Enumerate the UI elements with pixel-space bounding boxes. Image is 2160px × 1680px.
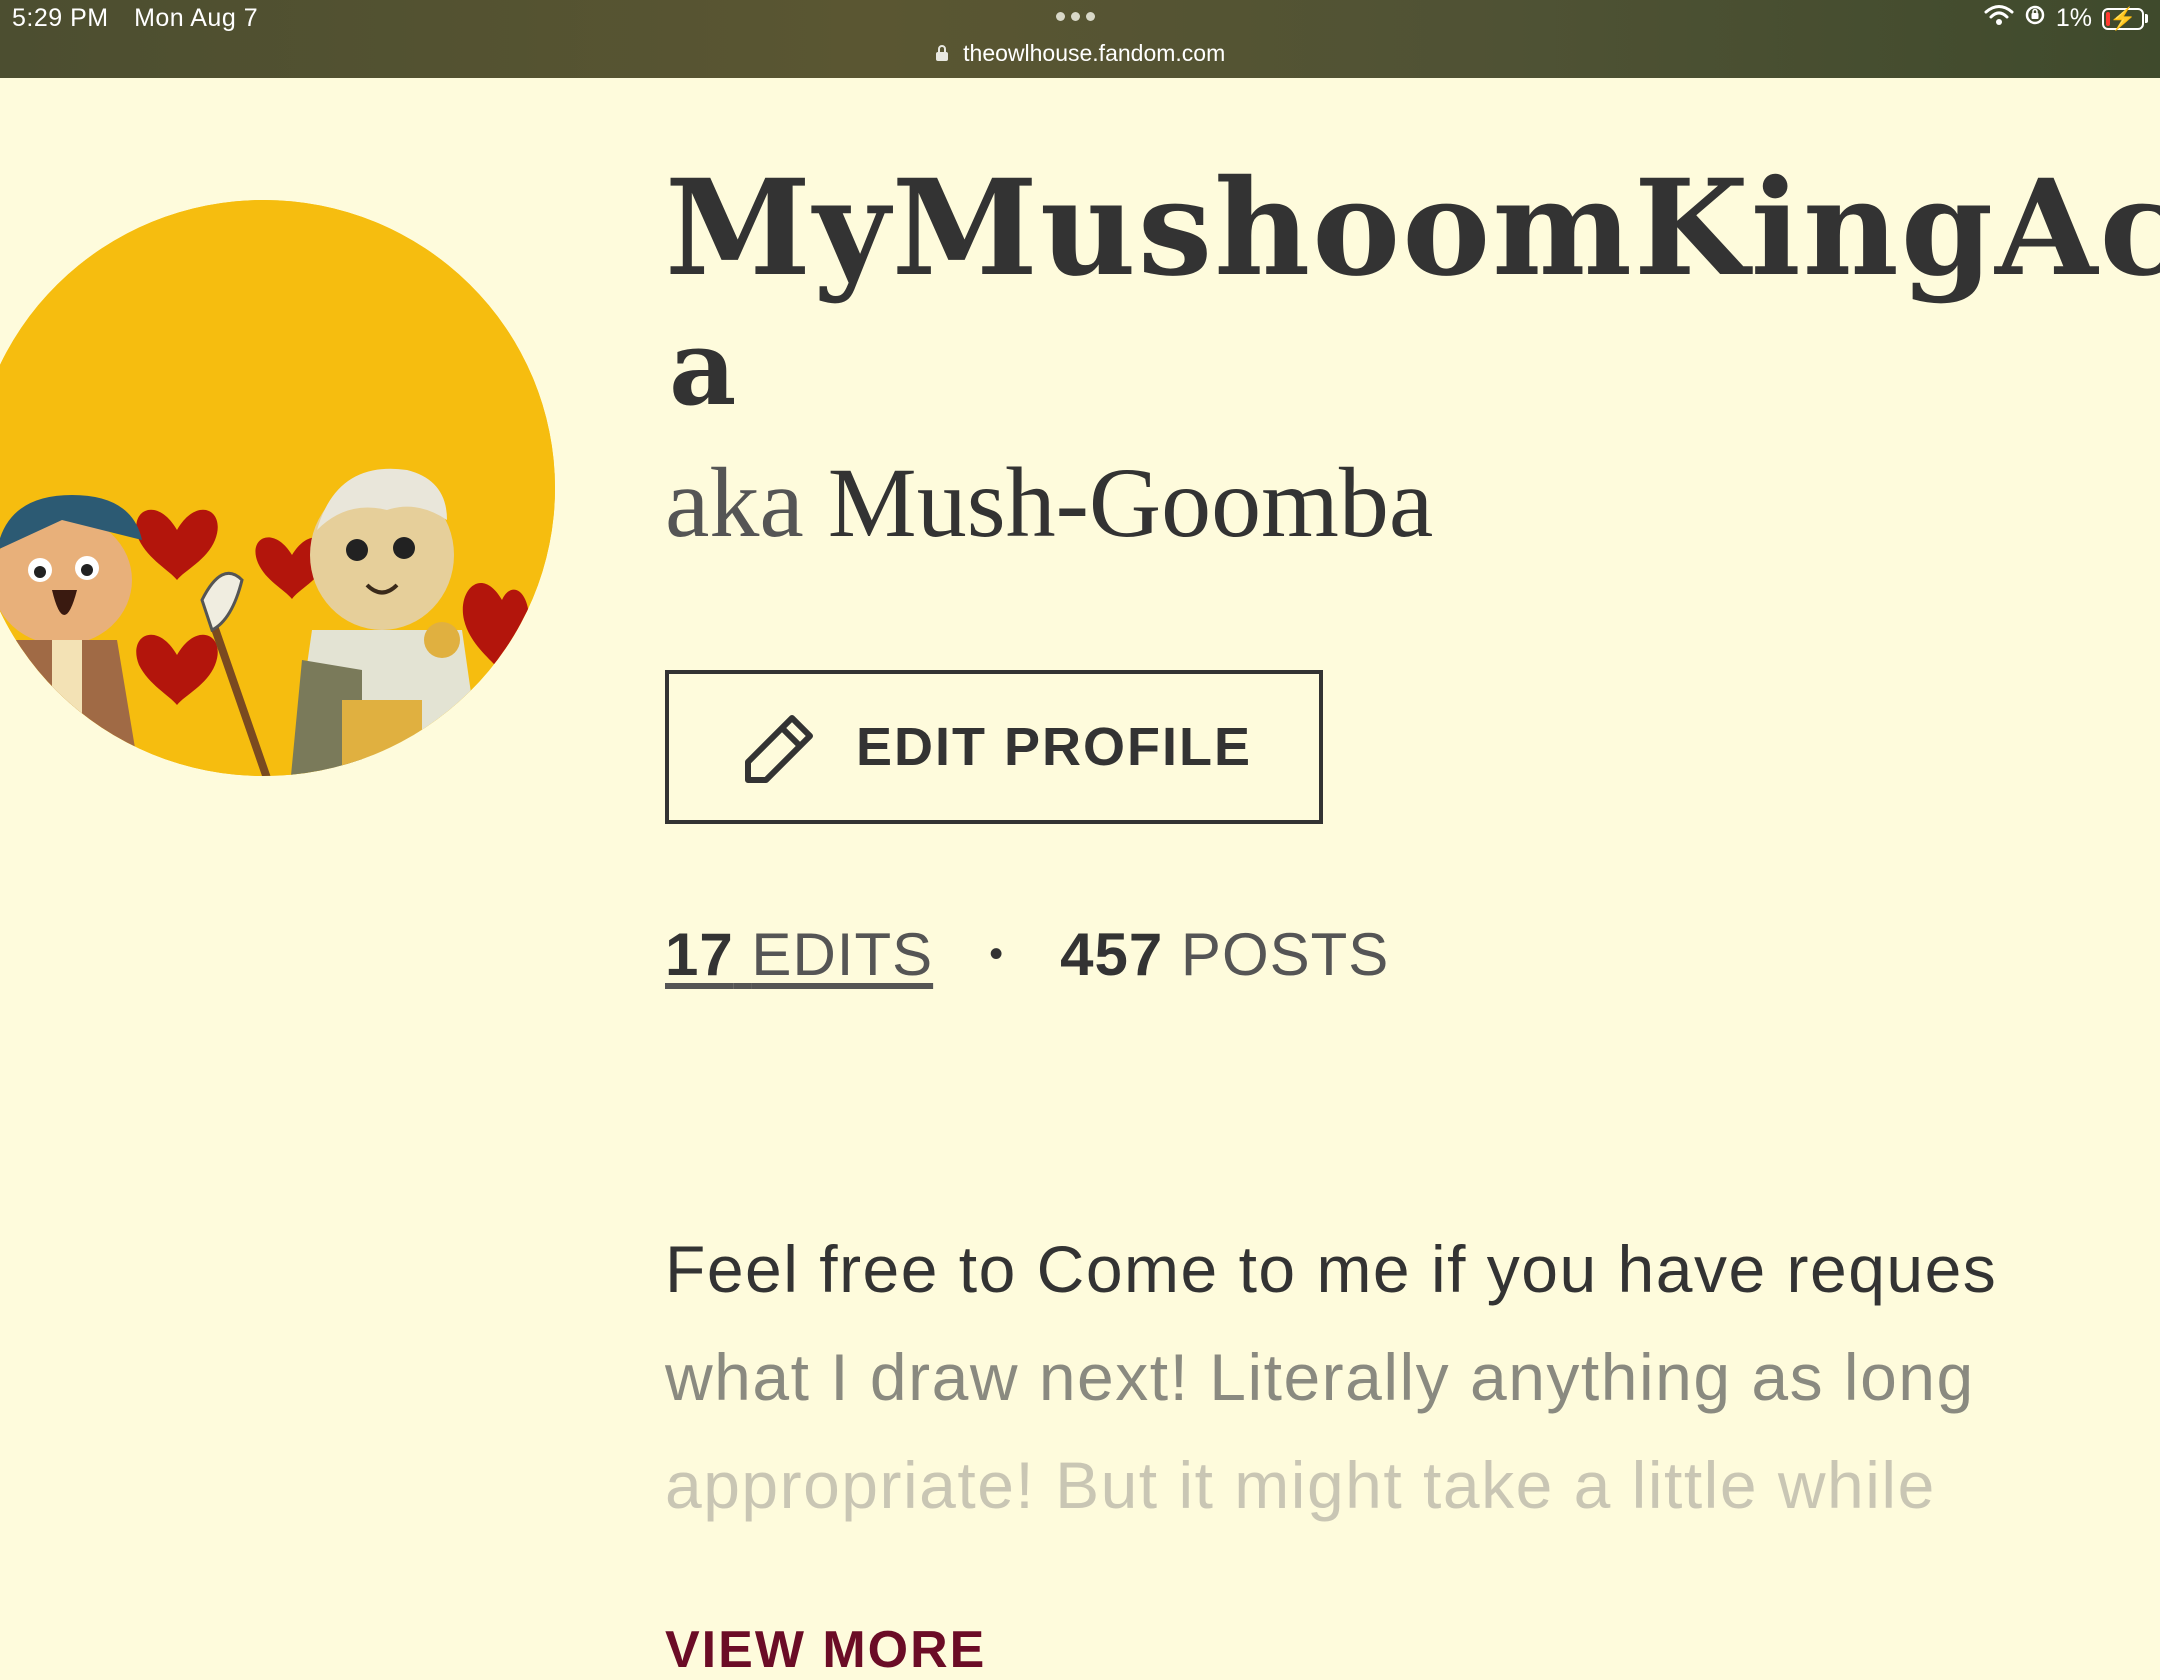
alias-line: aka Mush-Goomba — [665, 448, 2160, 558]
bio-line: appropriate! But it might take a little … — [665, 1448, 1936, 1522]
stats-separator: • — [989, 932, 1005, 976]
view-more-link[interactable]: VIEW MORE — [665, 1620, 986, 1680]
lock-icon — [935, 41, 949, 68]
edits-label: EDITS — [751, 921, 934, 988]
wifi-icon — [1984, 4, 2014, 33]
edits-count: 17 — [665, 921, 734, 988]
profile-bio: Feel free to Come to me if you have requ… — [665, 1215, 2160, 1539]
bio-line: Feel free to Come to me if you have requ… — [665, 1232, 1998, 1306]
bio-line: what I draw next! Literally anything as … — [665, 1340, 1975, 1414]
avatar-illustration — [0, 200, 555, 776]
status-time: 5:29 PM — [12, 4, 109, 32]
profile-avatar[interactable] — [0, 200, 555, 776]
status-indicators: 1% ⚡ — [1984, 4, 2148, 33]
username-title: MyMushoomKingAcad — [665, 151, 2160, 306]
status-date: Mon Aug 7 — [134, 4, 259, 32]
orientation-lock-icon — [2024, 4, 2046, 33]
pencil-icon — [736, 702, 826, 792]
edits-link[interactable]: 17 EDITS — [665, 920, 933, 989]
edit-profile-button[interactable]: EDIT PROFILE — [665, 670, 1323, 824]
edit-profile-label: EDIT PROFILE — [855, 717, 1252, 777]
alias-name: Mush-Goomba — [827, 447, 1434, 558]
profile-stats: 17 EDITS • 457 POSTS — [665, 920, 1389, 989]
posts-count: 457 — [1060, 921, 1164, 988]
battery-charging-icon: ⚡ — [2102, 6, 2144, 31]
username-title-wrap: a — [669, 306, 737, 429]
ios-status-bar: 5:29 PM Mon Aug 7 theowlhouse.fandom.com — [0, 0, 2160, 78]
status-time-date: 5:29 PM Mon Aug 7 — [12, 4, 276, 33]
address-bar[interactable]: theowlhouse.fandom.com — [0, 40, 2160, 68]
posts-label: POSTS — [1180, 921, 1390, 988]
posts-stat: 457 POSTS — [1060, 920, 1389, 989]
url-text: theowlhouse.fandom.com — [963, 40, 1226, 66]
aka-label: aka — [665, 447, 804, 558]
battery-percent: 1% — [2055, 4, 2092, 32]
profile-header: MyMushoomKingAcad a akaMush-Goomba EDIT … — [665, 150, 2160, 1679]
more-dots-icon[interactable] — [1056, 12, 1095, 21]
